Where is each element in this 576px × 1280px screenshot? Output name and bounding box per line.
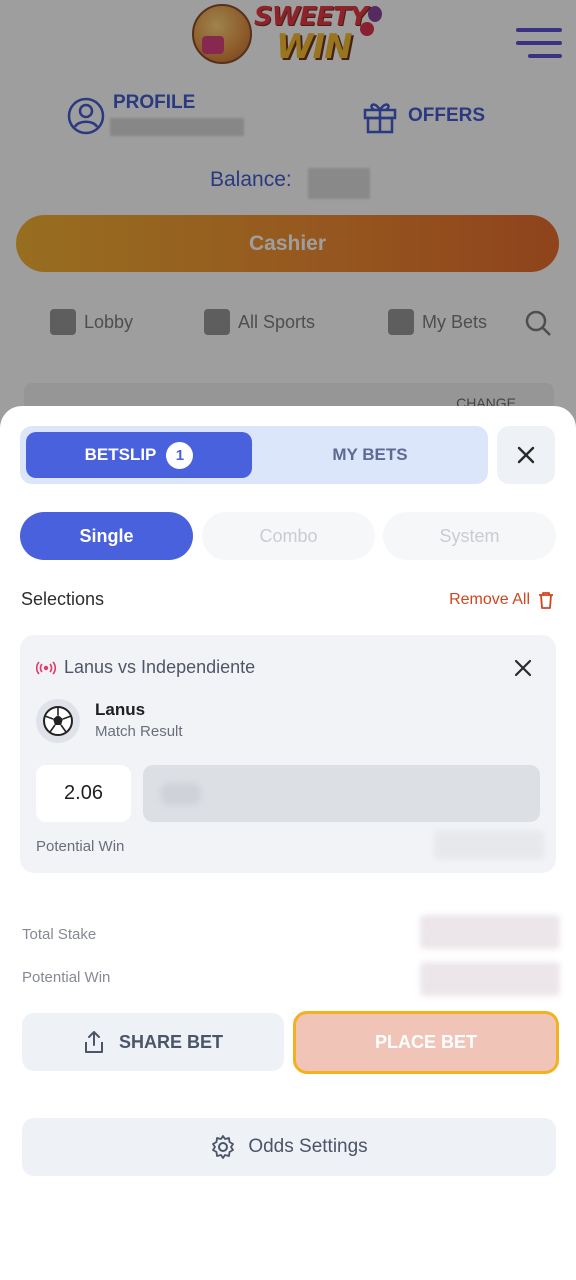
close-betslip-button[interactable]	[497, 426, 555, 484]
cashier-button[interactable]: Cashier	[16, 215, 559, 272]
clipboard-icon	[388, 309, 414, 335]
subnav-label: All Sports	[238, 311, 316, 332]
cherry-icon	[360, 22, 374, 36]
share-bet-button[interactable]: SHARE BET	[22, 1013, 284, 1071]
live-event: Lanus vs Independiente	[36, 657, 255, 678]
balance: Balance:	[210, 168, 370, 200]
remove-all-label: Remove All	[449, 591, 530, 608]
search-icon[interactable]	[524, 309, 552, 337]
odds-settings-button[interactable]: Odds Settings	[22, 1118, 556, 1176]
odds-settings-label: Odds Settings	[248, 1136, 368, 1157]
selection-potential-win-redacted	[434, 831, 544, 859]
logo-text: SWEETY WIN	[254, 4, 368, 64]
selections-heading: Selections	[21, 589, 105, 609]
tab-betslip[interactable]: BETSLIP 1	[26, 432, 252, 478]
sports-subnav: Lobby All Sports My Bets CHANGE	[0, 285, 576, 413]
place-bet-button[interactable]: PLACE BET	[293, 1011, 559, 1074]
live-broadcast-icon	[36, 660, 56, 675]
share-upload-icon	[84, 1031, 103, 1053]
stake-input[interactable]	[143, 765, 540, 822]
bet-type-single[interactable]: Single	[20, 512, 193, 560]
selection-card: Lanus vs Independiente Lanus Match Resul…	[20, 635, 556, 873]
bet-type-system[interactable]: System	[383, 512, 556, 560]
potential-win-label: Potential Win	[22, 969, 111, 986]
offers-label: OFFERS	[408, 105, 486, 126]
subnav-item-my-bets[interactable]: My Bets	[388, 309, 487, 335]
total-stake-label: Total Stake	[22, 926, 97, 943]
hamburger-menu-icon[interactable]	[514, 24, 564, 64]
subnav-label: My Bets	[422, 311, 488, 332]
username-redacted	[110, 118, 244, 136]
list-icon	[204, 309, 230, 335]
home-icon	[50, 309, 76, 335]
potential-win-redacted	[420, 962, 560, 996]
subnav-item-all-sports[interactable]: All Sports	[204, 309, 315, 335]
logo-mascot	[192, 4, 252, 64]
soccer-ball-icon	[36, 699, 80, 743]
event-name: Lanus vs Independiente	[64, 657, 256, 677]
sweety-win-logo[interactable]: SWEETY WIN	[190, 2, 390, 68]
selection-team: Lanus	[95, 700, 146, 719]
trash-icon	[539, 592, 553, 609]
betslip-count-badge: 1	[166, 441, 194, 469]
remove-selection-icon[interactable]	[512, 657, 534, 679]
subnav-label: Lobby	[84, 311, 134, 332]
header: SWEETY WIN PROFILE OFFERS Balance: Cashi…	[0, 0, 576, 285]
betslip-tabs: BETSLIP 1 MY BETS	[20, 426, 488, 484]
bet-type-combo[interactable]: Combo	[202, 512, 375, 560]
gift-icon	[363, 103, 397, 134]
plum-icon	[368, 6, 382, 22]
tab-my-bets[interactable]: MY BETS	[252, 432, 488, 478]
balance-value-redacted	[308, 168, 370, 199]
user-icon	[67, 97, 105, 135]
selection-market: Match Result	[95, 723, 183, 740]
balance-label: Balance:	[210, 168, 292, 191]
bet-type-selector: Single Combo System	[20, 512, 556, 562]
logo-text-line2: WIN	[276, 27, 353, 67]
selection-odds: 2.06	[36, 765, 131, 822]
tab-betslip-label: BETSLIP	[84, 445, 157, 464]
betslip-sheet: BETSLIP 1 MY BETS Single Combo System Se…	[0, 406, 576, 1280]
close-icon	[517, 446, 535, 464]
selection-potential-win-label: Potential Win	[36, 838, 125, 855]
subnav-item-lobby[interactable]: Lobby	[50, 309, 133, 335]
remove-all-button[interactable]: Remove All	[449, 591, 554, 609]
gear-icon	[212, 1135, 235, 1159]
share-bet-label: SHARE BET	[118, 1031, 223, 1052]
total-stake-redacted	[420, 915, 560, 949]
profile-label: PROFILE	[113, 92, 196, 113]
